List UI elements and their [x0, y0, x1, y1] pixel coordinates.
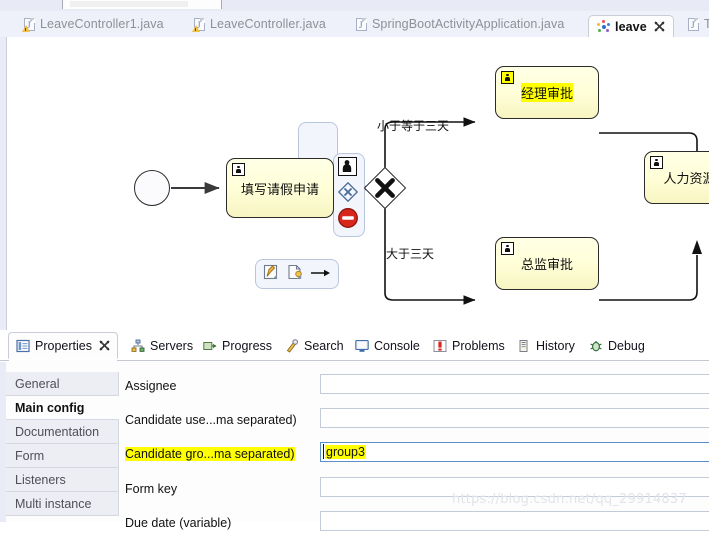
properties-section-list: General Main config Documentation Form L…	[6, 372, 119, 516]
gateway-x-symbol	[375, 178, 395, 198]
java-file-warning-icon	[22, 17, 35, 32]
start-event[interactable]	[134, 170, 170, 206]
task-label: 经理审批	[520, 83, 573, 102]
view-tab-label: Problems	[452, 338, 505, 353]
task-manager-approval[interactable]: 经理审批	[495, 66, 599, 119]
task-label: 人力资源审	[663, 172, 709, 187]
eclipse-activiti-designer-window: LeaveController1.java LeaveController.ja…	[0, 0, 709, 531]
bpmn-diagram-canvas[interactable]: 填写请假申请 小于等于三天 大于三天 经理审批 总监审批 人力资源审	[0, 37, 709, 330]
field-label: Due date (variable)	[125, 516, 232, 530]
tab-problems[interactable]: Problems	[426, 332, 512, 359]
view-tab-label: Servers	[150, 338, 194, 353]
user-task-icon	[501, 71, 514, 84]
editor-tab-leavecontroller1[interactable]: LeaveController1.java	[16, 11, 172, 37]
view-tab-label: History	[536, 338, 575, 353]
field-row-candidate-groups: Candidate gro...ma separated) group3	[121, 442, 709, 468]
editor-tab-springbootactivityapplication[interactable]: SpringBootActivityApplication.java	[348, 11, 572, 37]
view-tab-label: Console	[374, 338, 420, 353]
view-tab-label: Properties	[35, 338, 92, 353]
field-row-assignee: Assignee	[121, 374, 709, 400]
assignee-input[interactable]	[320, 374, 709, 394]
user-task-icon	[501, 242, 514, 255]
task-hr-approval[interactable]: 人力资源审	[644, 151, 709, 204]
task-label: 填写请假申请	[240, 182, 319, 198]
editor-tab-label: LeaveController1.java	[40, 17, 164, 31]
field-label: Candidate use...ma separated)	[125, 413, 297, 427]
task-director-approval[interactable]: 总监审批	[495, 237, 599, 290]
view-tab-label: Progress	[222, 338, 273, 353]
properties-section-form[interactable]: Form	[6, 444, 119, 468]
section-label: Documentation	[15, 424, 100, 439]
properties-section-main-config[interactable]: Main config	[6, 396, 119, 420]
tab-search[interactable]: Search	[278, 332, 351, 359]
debug-icon	[589, 339, 603, 353]
section-label: Main config	[15, 400, 85, 415]
history-icon	[517, 339, 531, 353]
java-file-icon	[688, 17, 699, 31]
tab-properties[interactable]: Properties	[8, 332, 118, 359]
editor-tab-label: LeaveController.java	[210, 17, 326, 31]
close-icon[interactable]	[654, 21, 665, 32]
section-label: Multi instance	[15, 496, 92, 511]
candidate-users-input[interactable]	[320, 408, 709, 428]
user-task-icon[interactable]	[338, 157, 357, 176]
view-tab-bar: Properties Servers Progress Search Conso…	[0, 330, 709, 362]
editor-tab-bar: LeaveController1.java LeaveController.ja…	[0, 11, 709, 37]
task-fill-leave-application[interactable]: 填写请假申请	[226, 158, 334, 218]
field-label: Assignee	[125, 379, 177, 393]
servers-icon	[131, 339, 145, 353]
candidate-groups-input[interactable]	[320, 442, 709, 462]
user-task-icon	[232, 163, 245, 176]
section-label: Listeners	[15, 472, 66, 487]
editor-tab-leavecontroller[interactable]: LeaveController.java	[186, 11, 334, 37]
java-file-icon	[356, 17, 367, 31]
tab-servers[interactable]: Servers	[124, 332, 200, 359]
properties-section-documentation[interactable]: Documentation	[6, 420, 119, 444]
tab-progress[interactable]: Progress	[196, 332, 279, 359]
task-label: 总监审批	[520, 258, 573, 273]
user-task-icon	[650, 156, 663, 169]
new-document-icon[interactable]	[286, 263, 304, 281]
field-label: Form key	[125, 482, 178, 496]
gateway-icon[interactable]	[337, 181, 359, 203]
properties-section-multi-instance[interactable]: Multi instance	[6, 492, 119, 516]
field-label: Candidate gro...ma separated)	[125, 447, 295, 461]
tab-debug[interactable]: Debug	[582, 332, 652, 359]
properties-section-general[interactable]: General	[6, 372, 119, 396]
bpmn-diagram-icon	[597, 20, 610, 33]
editor-tab-label: leave	[615, 19, 647, 34]
sequence-flow-arrow-icon[interactable]	[311, 268, 331, 278]
flow-label-lower: 大于三天	[386, 247, 435, 261]
editor-tab-label: SpringBootActivityApplication.java	[372, 17, 565, 31]
toolbar-strip	[0, 0, 709, 11]
close-icon[interactable]	[99, 340, 110, 351]
toolbar-combo-fill	[70, 1, 188, 7]
field-row-due-date: Due date (variable)	[121, 511, 709, 537]
editor-tab-ta[interactable]: Ta	[680, 11, 709, 37]
problems-icon	[433, 339, 447, 353]
editor-tab-label: Ta	[704, 17, 709, 31]
section-label: General	[15, 376, 60, 391]
end-error-icon[interactable]	[337, 207, 359, 229]
section-label: Form	[15, 448, 45, 463]
console-icon	[355, 339, 369, 353]
progress-icon	[203, 339, 217, 353]
exclusive-gateway[interactable]	[363, 166, 407, 210]
candidate-groups-value: group3	[325, 445, 366, 459]
view-tab-label: Debug	[608, 338, 645, 353]
flow-label-upper: 小于等于三天	[377, 119, 450, 133]
text-caret	[323, 444, 324, 459]
tab-history[interactable]: History	[510, 332, 582, 359]
java-file-warning-icon	[192, 17, 205, 32]
watermark: https://blog.csdn.net/qq_29914837	[452, 492, 687, 507]
field-row-candidate-users: Candidate use...ma separated)	[121, 408, 709, 434]
editor-tab-leave[interactable]: leave	[588, 15, 674, 37]
view-tab-label: Search	[304, 338, 344, 353]
properties-icon	[16, 339, 30, 353]
properties-section-listeners[interactable]: Listeners	[6, 468, 119, 492]
search-icon	[285, 338, 299, 353]
edit-pencil-icon[interactable]	[262, 263, 280, 281]
tab-console[interactable]: Console	[348, 332, 427, 359]
due-date-input[interactable]	[320, 511, 709, 531]
